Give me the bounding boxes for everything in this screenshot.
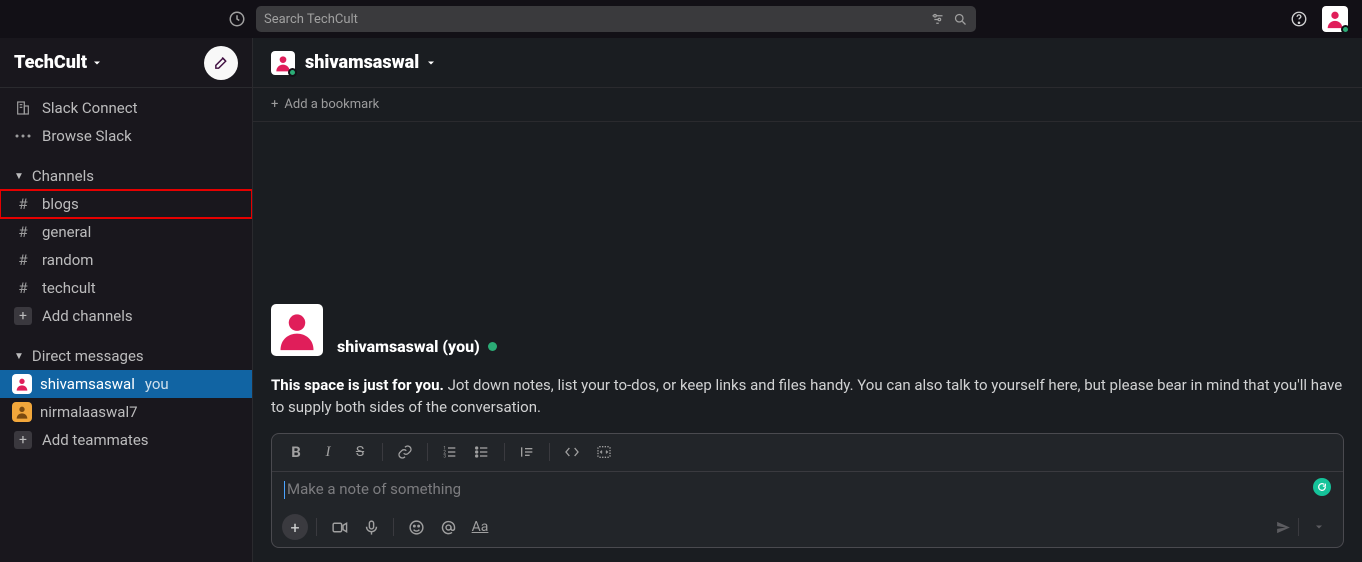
section-label: Channels [32, 167, 94, 185]
composer-input[interactable]: Make a note of something [272, 472, 1343, 507]
channel-label: random [42, 251, 93, 269]
hash-icon: # [14, 279, 32, 297]
plus-icon: + [14, 307, 32, 325]
emoji-icon[interactable] [402, 513, 430, 541]
active-status-icon [488, 342, 497, 351]
channel-label: techcult [42, 279, 96, 297]
workspace-switcher[interactable]: TechCult [14, 52, 103, 73]
channel-general[interactable]: # general [0, 218, 252, 246]
filter-icon[interactable] [930, 12, 945, 27]
sidebar-label: Browse Slack [42, 127, 132, 145]
hash-icon: # [14, 223, 32, 241]
intro-name: shivamsaswal (you) [337, 337, 480, 356]
bookmark-label: Add a bookmark [284, 97, 379, 112]
conversation-header[interactable]: shivamsaswal [253, 38, 1362, 88]
status-dot-icon [288, 68, 297, 77]
grammarly-icon[interactable] [1313, 478, 1331, 496]
user-avatar[interactable] [1322, 6, 1348, 32]
bold-icon[interactable]: B [282, 438, 310, 466]
search-input-wrap[interactable] [256, 6, 976, 32]
add-bookmark-button[interactable]: + Add a bookmark [253, 88, 1362, 122]
attach-plus-button[interactable]: + [282, 514, 308, 540]
top-toolbar [0, 0, 1362, 38]
slack-connect-link[interactable]: Slack Connect [0, 94, 252, 122]
sidebar-label: Add teammates [42, 431, 149, 449]
dm-shivamsaswal[interactable]: shivamsaswal you [0, 370, 252, 398]
plus-icon: + [14, 431, 32, 449]
plus-icon: + [271, 97, 278, 112]
code-icon[interactable] [558, 438, 586, 466]
building-icon [14, 100, 32, 116]
conversation-title: shivamsaswal [305, 52, 419, 73]
dm-avatar [12, 402, 32, 422]
more-icon [14, 134, 32, 138]
channels-section-head[interactable]: ▼ Channels [0, 162, 252, 190]
search-icon[interactable] [953, 12, 968, 27]
help-icon[interactable] [1290, 10, 1308, 28]
chevron-down-icon [425, 57, 437, 69]
sidebar-label: Add channels [42, 307, 133, 325]
ordered-list-icon[interactable]: 123 [436, 438, 464, 466]
sidebar: TechCult Slack Connect Browse Slack ▼ Cha… [0, 38, 252, 562]
intro-text: This space is just for you. Jot down not… [271, 374, 1344, 419]
channel-label: general [42, 223, 91, 241]
dm-avatar [12, 374, 32, 394]
hash-icon: # [14, 195, 32, 213]
intro-avatar [271, 304, 323, 356]
chevron-down-icon [91, 57, 103, 69]
dm-nirmalaaswal7[interactable]: nirmalaaswal7 [0, 398, 252, 426]
conversation-avatar [271, 51, 295, 75]
send-options-icon[interactable] [1305, 513, 1333, 541]
message-composer: B I S 123 Make a note of something [271, 433, 1344, 548]
history-icon[interactable] [228, 10, 246, 28]
dm-label: nirmalaaswal7 [40, 403, 138, 421]
caret-down-icon: ▼ [14, 171, 24, 182]
mention-icon[interactable] [434, 513, 462, 541]
send-button[interactable] [1275, 519, 1292, 536]
format-icon[interactable]: Aa [466, 513, 494, 541]
channel-random[interactable]: # random [0, 246, 252, 274]
strike-icon[interactable]: S [346, 438, 374, 466]
caret-down-icon: ▼ [14, 351, 24, 362]
add-channels-button[interactable]: + Add channels [0, 302, 252, 330]
mic-icon[interactable] [357, 513, 385, 541]
bullet-list-icon[interactable] [468, 438, 496, 466]
compose-button[interactable] [204, 46, 238, 80]
channel-techcult[interactable]: # techcult [0, 274, 252, 302]
hash-icon: # [14, 251, 32, 269]
sidebar-label: Slack Connect [42, 99, 138, 117]
svg-text:3: 3 [443, 454, 446, 460]
link-icon[interactable] [391, 438, 419, 466]
you-label: you [145, 375, 169, 393]
channel-blogs[interactable]: # blogs [0, 190, 252, 218]
channel-label: blogs [42, 195, 79, 213]
dm-label: shivamsaswal [40, 375, 135, 393]
search-input[interactable] [264, 12, 930, 27]
dms-section-head[interactable]: ▼ Direct messages [0, 342, 252, 370]
status-dot-icon [1341, 25, 1350, 34]
workspace-name: TechCult [14, 52, 87, 73]
add-teammates-button[interactable]: + Add teammates [0, 426, 252, 454]
codeblock-icon[interactable] [590, 438, 618, 466]
video-icon[interactable] [325, 513, 353, 541]
composer-placeholder: Make a note of something [287, 480, 461, 498]
blockquote-icon[interactable] [513, 438, 541, 466]
main-content: shivamsaswal + Add a bookmark shivamsaswa… [252, 38, 1362, 562]
browse-slack-link[interactable]: Browse Slack [0, 122, 252, 150]
section-label: Direct messages [32, 347, 144, 365]
italic-icon[interactable]: I [314, 438, 342, 466]
